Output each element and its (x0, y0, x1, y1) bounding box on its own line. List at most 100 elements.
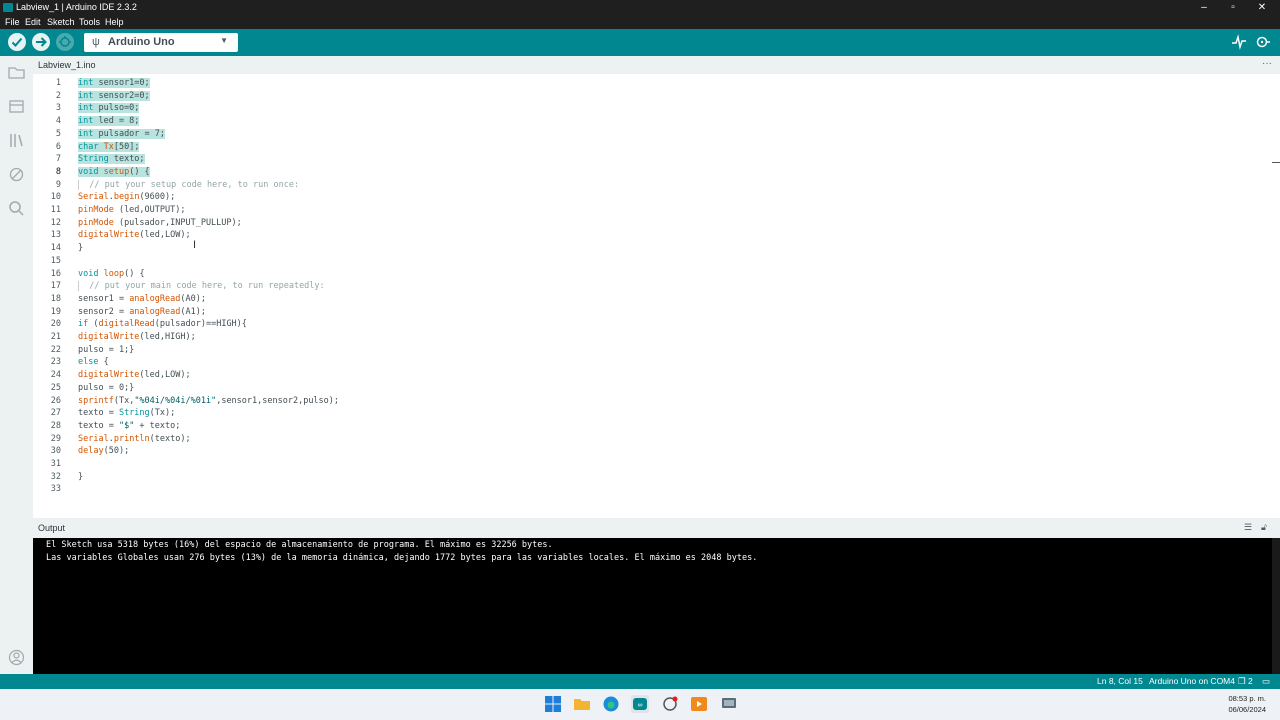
line-number: 26 (50, 395, 61, 406)
menu-file[interactable]: File (5, 17, 20, 27)
code-line[interactable]: texto = "$" + texto; (78, 421, 180, 431)
menu-help[interactable]: Help (105, 17, 124, 27)
code-line[interactable]: int sensor1=0; (78, 78, 150, 88)
output-line: El Sketch usa 5318 bytes (16%) del espac… (46, 540, 553, 550)
code-line[interactable]: } (78, 472, 83, 482)
output-toggle-icon[interactable]: ▭ (1262, 676, 1270, 687)
line-number: 10 (50, 192, 61, 203)
media-player-icon[interactable] (690, 695, 708, 713)
code-line[interactable]: int led = 8; (78, 116, 140, 127)
upload-button[interactable] (32, 33, 50, 51)
file-explorer-icon[interactable] (573, 695, 591, 713)
code-line[interactable]: // put your setup code here, to run once… (78, 179, 299, 190)
text-cursor-icon: I (193, 239, 197, 251)
code-line[interactable]: sensor2 = analogRead(A1); (78, 307, 206, 317)
code-line[interactable]: pinMode (led,OUTPUT); (78, 205, 185, 215)
code-editor[interactable]: 1 2 3 4 5 6 7 8 9 10 11 12 13 14 15 16 17 18 19 20 21 22 23 24 2… (33, 74, 1273, 518)
code-line[interactable]: int pulsador = 7; (78, 128, 166, 139)
code-line[interactable]: else { (78, 357, 109, 367)
line-number: 16 (50, 268, 61, 279)
editor-scrollbar[interactable] (1272, 74, 1280, 518)
chevron-down-icon: ▼ (220, 36, 228, 45)
boards-manager-icon[interactable] (7, 97, 26, 116)
menu-tools[interactable]: Tools (79, 17, 100, 27)
verify-button[interactable] (8, 33, 26, 51)
board-name: Arduino Uno (108, 36, 175, 48)
code-line[interactable]: void setup() { (78, 166, 150, 177)
line-number: 4 (55, 116, 61, 127)
line-number: 18 (50, 293, 61, 304)
clock-time: 08:53 p. m. (1228, 694, 1266, 703)
maximize-button[interactable]: ▫ (1219, 0, 1247, 15)
code-line[interactable]: digitalWrite(led,HIGH); (78, 332, 196, 342)
edge-browser-icon[interactable] (602, 695, 620, 713)
editor-tabs: Labview_1.ino ··· (33, 56, 1280, 74)
code-line[interactable]: if (digitalRead(pulsador)==HIGH){ (78, 319, 247, 329)
usb-icon: ψ (92, 36, 100, 48)
tab-labview-1[interactable]: Labview_1.ino (33, 56, 101, 74)
debug-button[interactable] (56, 33, 74, 51)
code-line[interactable]: pulso = 0;} (78, 383, 134, 393)
code-line[interactable]: pinMode (pulsador,INPUT_PULLUP); (78, 218, 242, 228)
code-line[interactable]: Serial.begin(9600); (78, 192, 175, 202)
lock-scroll-icon[interactable]: 🔓︎ (1261, 522, 1271, 532)
library-manager-icon[interactable] (7, 131, 26, 150)
notification-icon[interactable]: ❐ (1238, 676, 1246, 687)
menu-edit[interactable]: Edit (25, 17, 41, 27)
board-selector[interactable]: ψ Arduino Uno ▼ (84, 33, 238, 52)
profile-icon[interactable] (7, 648, 26, 667)
more-options-icon[interactable]: ··· (1262, 56, 1272, 72)
code-line[interactable]: int pulso=0; (78, 103, 140, 114)
code-line[interactable]: digitalWrite(led,LOW); (78, 230, 191, 240)
device-app-icon[interactable] (720, 695, 738, 713)
line-number: 3 (55, 103, 61, 114)
windows-start-icon[interactable] (544, 695, 562, 713)
window-title: Labview_1 | Arduino IDE 2.3.2 (16, 2, 137, 12)
close-button[interactable]: ✕ (1248, 0, 1276, 15)
line-number: 23 (50, 357, 61, 368)
sketchbook-folder-icon[interactable] (7, 63, 26, 82)
code-line[interactable]: int sensor2=0; (78, 90, 150, 101)
title-bar: Labview_1 | Arduino IDE 2.3.2 – ▫ ✕ (0, 0, 1280, 15)
code-line[interactable]: pulso = 1;} (78, 345, 134, 355)
arduino-app-icon (3, 3, 13, 12)
sidebar (0, 56, 33, 674)
code-line[interactable]: digitalWrite(led,LOW); (78, 370, 191, 380)
code-line[interactable]: void loop() { (78, 269, 145, 279)
code-line[interactable]: } (78, 243, 83, 253)
line-number: 12 (50, 217, 61, 228)
serial-monitor-icon (1256, 36, 1270, 48)
labview-icon[interactable] (661, 695, 679, 713)
code-line[interactable]: String texto; (78, 154, 145, 165)
output-label: Output (38, 523, 66, 533)
arduino-taskbar-icon[interactable]: ∞ (631, 695, 649, 713)
menu-bar: File Edit Sketch Tools Help (0, 15, 1280, 29)
plotter-icon (1232, 34, 1246, 50)
clear-output-icon[interactable]: ☰ (1244, 522, 1254, 532)
serial-monitor-button[interactable] (1254, 33, 1272, 51)
output-scrollbar[interactable] (1272, 538, 1280, 674)
system-clock[interactable]: 08:53 p. m. 06/06/2024 (1228, 693, 1266, 715)
minimize-button[interactable]: – (1190, 0, 1218, 15)
code-line[interactable]: Serial.println(texto); (78, 434, 191, 444)
board-port-status[interactable]: Arduino Uno on COM4 (1149, 676, 1235, 686)
code-line[interactable]: sprintf(Tx,"%04i/%04i/%01i",sensor1,sens… (78, 396, 339, 406)
line-number: 9 (55, 179, 61, 190)
line-number: 14 (50, 243, 61, 254)
code-line[interactable]: char Tx[50]; (78, 141, 140, 152)
status-bar: Ln 8, Col 15 Arduino Uno on COM4 ❐ 2 ▭ (0, 674, 1280, 689)
svg-text:∞: ∞ (638, 702, 643, 709)
serial-plotter-button[interactable] (1230, 33, 1248, 51)
code-line[interactable]: delay(50); (78, 446, 129, 456)
line-number: 21 (50, 332, 61, 342)
code-line[interactable]: // put your main code here, to run repea… (78, 281, 325, 292)
cursor-position[interactable]: Ln 8, Col 15 (1097, 676, 1143, 686)
search-icon[interactable] (7, 199, 26, 218)
debug-sidebar-icon[interactable] (7, 165, 26, 184)
menu-sketch[interactable]: Sketch (47, 17, 75, 27)
output-console[interactable]: El Sketch usa 5318 bytes (16%) del espac… (33, 538, 1280, 674)
code-line[interactable]: sensor1 = analogRead(A0); (78, 294, 206, 304)
debug-icon (59, 36, 71, 47)
code-line[interactable]: texto = String(Tx); (78, 408, 175, 418)
line-number: 15 (50, 255, 61, 266)
